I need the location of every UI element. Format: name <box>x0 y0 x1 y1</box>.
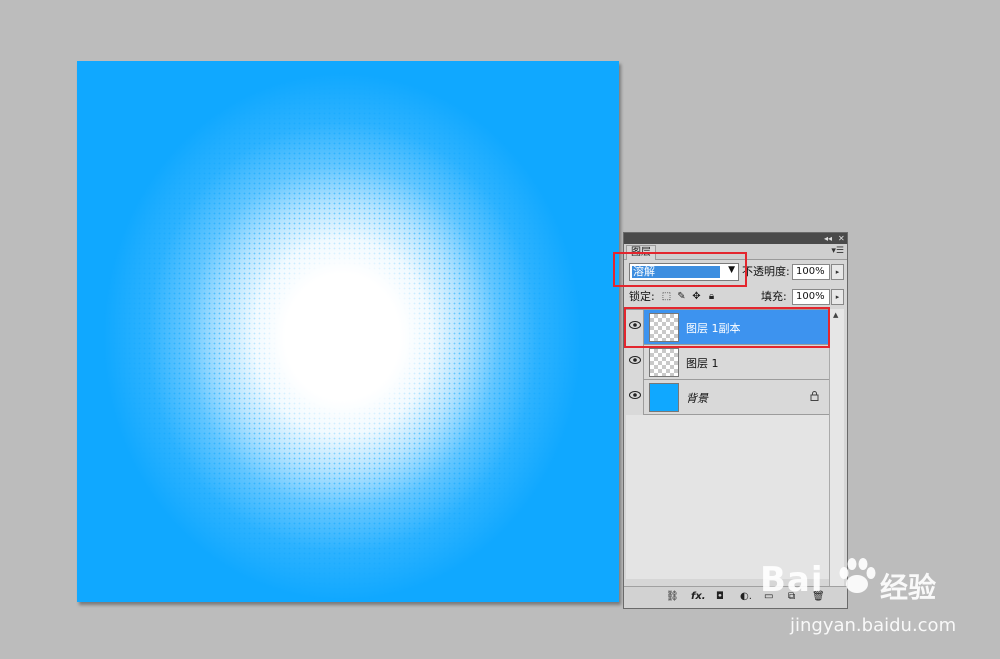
scroll-up-icon[interactable]: ▲ <box>833 311 838 319</box>
document-canvas[interactable] <box>77 61 619 602</box>
fill-input[interactable]: 100% <box>792 289 830 305</box>
dissolve-speckle <box>77 61 619 602</box>
paw-icon <box>839 558 876 593</box>
highlight-box-layer <box>624 307 830 348</box>
watermark-brand-cn: 经验 <box>880 571 937 604</box>
opacity-label: 不透明度: <box>742 265 790 278</box>
highlight-box-blend <box>613 252 747 287</box>
fx-icon[interactable]: fx. <box>691 591 706 603</box>
visibility-toggle[interactable] <box>626 345 644 380</box>
layers-panel: ◂◂ ✕ 图层 ▾☰ 溶解 ▼ 不透明度: 100% ▸ 锁定: ⬚ ✎ ✥ 🔒… <box>623 232 848 609</box>
collapse-icon[interactable]: ◂◂ <box>824 233 832 244</box>
layer-name: 背景 <box>686 392 708 405</box>
layer-row-background[interactable]: 背景 <box>626 380 829 415</box>
lock-move-icon[interactable]: ✥ <box>691 291 702 302</box>
lock-icon <box>810 391 819 401</box>
mask-icon[interactable]: ◘ <box>716 591 724 603</box>
layer-name: 图层 1 <box>686 357 719 370</box>
opacity-input[interactable]: 100% <box>792 264 830 280</box>
lock-label: 锁定: <box>629 290 655 303</box>
watermark-url: jingyan.baidu.com <box>790 615 957 636</box>
menu-icon[interactable]: ▾☰ <box>831 246 844 256</box>
fill-label: 填充: <box>761 290 787 303</box>
layer-thumbnail <box>649 383 679 412</box>
adjustment-icon[interactable]: ◐. <box>740 591 752 603</box>
eye-icon <box>629 391 641 399</box>
layers-list: 图层 1副本 图层 1 背景 <box>626 309 829 579</box>
fill-slider-button[interactable]: ▸ <box>831 289 844 305</box>
lock-brush-icon[interactable]: ✎ <box>676 291 687 302</box>
panel-titlebar: ◂◂ ✕ <box>624 233 847 244</box>
opacity-slider-button[interactable]: ▸ <box>831 264 844 280</box>
lock-row: 锁定: ⬚ ✎ ✥ 🔒︎ 填充: 100% ▸ <box>629 288 844 306</box>
link-icon[interactable]: ⛓ <box>666 591 679 603</box>
visibility-toggle[interactable] <box>626 380 644 415</box>
eye-icon <box>629 356 641 364</box>
close-icon[interactable]: ✕ <box>838 233 845 244</box>
lock-all-icon[interactable]: 🔒︎ <box>706 291 717 302</box>
layer-thumbnail <box>649 348 679 377</box>
lock-transparency-icon[interactable]: ⬚ <box>661 291 672 302</box>
layer-row-1[interactable]: 图层 1 <box>626 345 829 380</box>
watermark-brand: Bai <box>760 560 824 600</box>
